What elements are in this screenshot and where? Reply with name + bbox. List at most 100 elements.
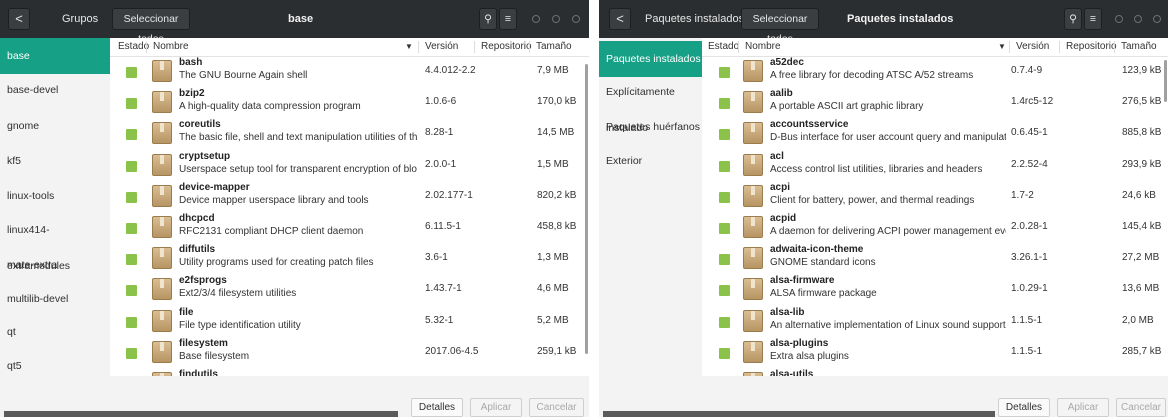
cancel-button[interactable]: Cancelar bbox=[1116, 398, 1166, 417]
details-button[interactable]: Detalles bbox=[998, 398, 1050, 417]
close-button[interactable] bbox=[572, 15, 580, 23]
cancel-button[interactable]: Cancelar bbox=[529, 398, 584, 417]
table-row[interactable]: diffutils Utility programs used for creat… bbox=[110, 244, 589, 275]
sidebar-item-explicit[interactable]: Explícitamente instalado bbox=[599, 74, 702, 134]
column-size[interactable]: Tamaño bbox=[1121, 38, 1157, 56]
package-version: 1.1.5-1 bbox=[1011, 345, 1043, 357]
installed-checkbox[interactable] bbox=[126, 98, 137, 110]
categories-sidebar: Paquetes instalados Explícitamente insta… bbox=[599, 38, 703, 397]
column-repository[interactable]: Repositorio bbox=[481, 38, 532, 56]
sidebar-item-installed[interactable]: Paquetes instalados bbox=[599, 41, 702, 77]
installed-checkbox[interactable] bbox=[719, 129, 730, 141]
sidebar-item-linux414-extramodules[interactable]: linux414-extramodules bbox=[0, 212, 110, 272]
installed-checkbox[interactable] bbox=[126, 316, 137, 328]
table-row[interactable]: adwaita-icon-theme GNOME standard icons 3.… bbox=[702, 244, 1168, 275]
installed-checkbox[interactable] bbox=[719, 191, 730, 203]
installed-checkbox[interactable] bbox=[719, 254, 730, 266]
vertical-scrollbar[interactable] bbox=[1164, 60, 1167, 102]
table-row[interactable]: accountsservice D-Bus interface for user … bbox=[702, 119, 1168, 150]
sidebar-item-mate-extra[interactable]: mate-extra bbox=[0, 247, 110, 283]
column-version[interactable]: Versión bbox=[425, 38, 458, 56]
sidebar-item-multilib-devel[interactable]: multilib-devel bbox=[0, 281, 110, 317]
vertical-scrollbar[interactable] bbox=[585, 64, 588, 354]
sidebar-item-linux-tools[interactable]: linux-tools bbox=[0, 178, 110, 214]
installed-checkbox[interactable] bbox=[126, 223, 137, 234]
installed-checkbox[interactable] bbox=[719, 160, 730, 172]
column-name[interactable]: Nombre bbox=[153, 38, 189, 56]
column-name[interactable]: Nombre bbox=[745, 38, 781, 56]
column-state[interactable]: Estado bbox=[708, 38, 739, 56]
sidebar-item-foreign[interactable]: Exterior bbox=[599, 143, 702, 179]
installed-checkbox[interactable] bbox=[126, 347, 137, 359]
minimize-button[interactable] bbox=[532, 15, 540, 23]
search-button[interactable]: ⚲ bbox=[1064, 8, 1082, 30]
package-description: The basic file, shell and text manipulat… bbox=[179, 132, 417, 144]
table-header: Estado Nombre ▼ Versión Repositorio Tama… bbox=[110, 38, 589, 57]
package-name: aalib bbox=[770, 88, 793, 100]
installed-checkbox[interactable] bbox=[719, 98, 730, 110]
package-name: adwaita-icon-theme bbox=[770, 244, 864, 256]
installed-checkbox[interactable] bbox=[126, 160, 137, 172]
table-row[interactable]: dhcpcd RFC2131 compliant DHCP client daem… bbox=[110, 213, 589, 244]
details-button[interactable]: Detalles bbox=[411, 398, 463, 417]
installed-checkbox[interactable] bbox=[719, 347, 730, 359]
close-button[interactable] bbox=[1153, 15, 1161, 23]
package-icon bbox=[743, 340, 763, 363]
select-all-button[interactable]: Seleccionar todos bbox=[112, 8, 190, 45]
table-row[interactable]: alsa-utils1.1.5-22,1 MB bbox=[702, 369, 1168, 376]
table-row[interactable]: filesystem Base filesystem 2017.06-4.5 259,… bbox=[110, 338, 589, 369]
installed-checkbox[interactable] bbox=[719, 223, 730, 234]
header-bar: < Paquetes instalados Seleccionar todos … bbox=[599, 0, 1168, 45]
package-name: filesystem bbox=[179, 337, 228, 349]
table-row[interactable]: alsa-plugins Extra alsa plugins 1.1.5-1 285… bbox=[702, 338, 1168, 369]
table-row[interactable]: aalib A portable ASCII art graphic librar… bbox=[702, 88, 1168, 119]
table-row[interactable]: file File type identification utility 5.32… bbox=[110, 307, 589, 338]
installed-checkbox[interactable] bbox=[719, 285, 730, 297]
table-row[interactable]: bash The GNU Bourne Again shell 4.4.012-2.… bbox=[110, 57, 589, 88]
sidebar-item-kf5[interactable]: kf5 bbox=[0, 143, 110, 179]
maximize-button[interactable] bbox=[1134, 15, 1142, 23]
sidebar-item-base-devel[interactable]: base-devel bbox=[0, 72, 110, 108]
table-row[interactable]: coreutils The basic file, shell and text … bbox=[110, 119, 589, 150]
package-icon bbox=[152, 60, 172, 82]
table-row[interactable]: a52dec A free library for decoding ATSC A… bbox=[702, 57, 1168, 88]
sidebar-item-gnome[interactable]: gnome bbox=[0, 108, 110, 144]
installed-checkbox[interactable] bbox=[126, 285, 137, 297]
table-row[interactable]: acpid A daemon for delivering ACPI power … bbox=[702, 213, 1168, 244]
package-version: 1.0.6-6 bbox=[425, 96, 457, 108]
select-all-button[interactable]: Seleccionar todos bbox=[741, 8, 819, 45]
table-row[interactable]: alsa-firmware ALSA firmware package 1.0.29… bbox=[702, 275, 1168, 306]
table-row[interactable]: acpi Client for battery, power, and therm… bbox=[702, 182, 1168, 213]
sidebar-item-orphans[interactable]: Paquetes huérfanos bbox=[599, 109, 702, 145]
back-button[interactable]: < bbox=[609, 8, 631, 30]
back-button[interactable]: < bbox=[8, 8, 30, 30]
package-version: 1.43.7-1 bbox=[425, 283, 462, 295]
table-row[interactable]: cryptsetup Userspace setup tool for trans… bbox=[110, 151, 589, 182]
installed-checkbox[interactable] bbox=[126, 191, 137, 203]
sidebar-item-base[interactable]: base bbox=[0, 38, 110, 74]
maximize-button[interactable] bbox=[552, 15, 560, 23]
table-row[interactable]: acl Access control list utilities, librar… bbox=[702, 151, 1168, 182]
column-state[interactable]: Estado bbox=[118, 38, 149, 56]
apply-button[interactable]: Aplicar bbox=[470, 398, 522, 417]
column-repository[interactable]: Repositorio bbox=[1066, 38, 1117, 56]
menu-button[interactable]: ≡ bbox=[1084, 8, 1102, 30]
installed-checkbox[interactable] bbox=[719, 67, 730, 78]
installed-checkbox[interactable] bbox=[126, 129, 137, 141]
column-version[interactable]: Versión bbox=[1016, 38, 1049, 56]
installed-checkbox[interactable] bbox=[719, 316, 730, 328]
table-row[interactable]: bzip2 A high-quality data compression pro… bbox=[110, 88, 589, 119]
table-row[interactable]: findutils4.6.0-21,6 MB bbox=[110, 369, 589, 376]
table-row[interactable]: device-mapper Device mapper userspace lib… bbox=[110, 182, 589, 213]
search-button[interactable]: ⚲ bbox=[479, 8, 497, 30]
apply-button[interactable]: Aplicar bbox=[1057, 398, 1109, 417]
package-name: bzip2 bbox=[179, 88, 205, 100]
minimize-button[interactable] bbox=[1115, 15, 1123, 23]
installed-checkbox[interactable] bbox=[126, 67, 137, 78]
sidebar-item-qt[interactable]: qt bbox=[0, 314, 110, 350]
menu-button[interactable]: ≡ bbox=[499, 8, 517, 30]
table-row[interactable]: alsa-lib An alternative implementation of… bbox=[702, 307, 1168, 338]
column-size[interactable]: Tamaño bbox=[536, 38, 572, 56]
table-row[interactable]: e2fsprogs Ext2/3/4 filesystem utilities 1.… bbox=[110, 275, 589, 306]
installed-checkbox[interactable] bbox=[126, 254, 137, 266]
